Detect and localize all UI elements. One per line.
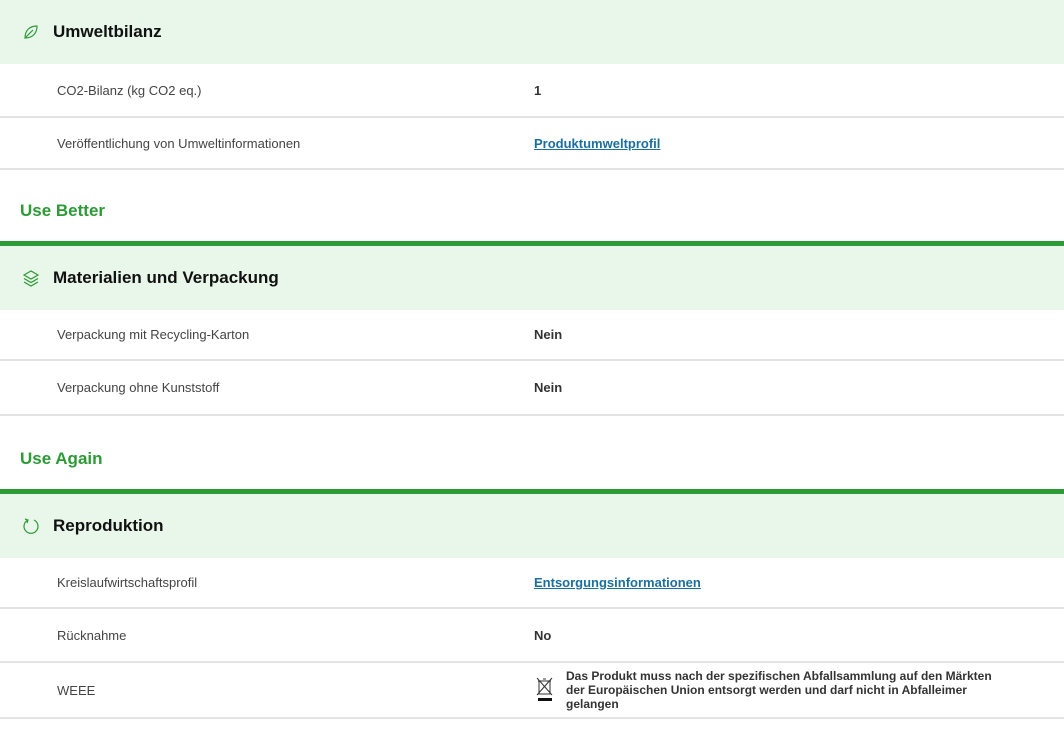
- row-label: Verpackung mit Recycling-Karton: [57, 327, 250, 342]
- section-header-materialien: Materialien und Verpackung: [0, 246, 1064, 310]
- table-row: Veröffentlichung von Umweltinformationen…: [0, 118, 1064, 170]
- circular-arrow-icon: [23, 518, 39, 534]
- weee-value: Das Produkt muss nach der spezifischen A…: [534, 669, 996, 711]
- row-label: Veröffentlichung von Umweltinformationen: [57, 135, 301, 151]
- group-heading-use-again: Use Again: [20, 449, 103, 468]
- table-row: WEEE Das Produkt muss nach der spezifisc…: [0, 663, 1064, 719]
- row-label: Verpackung ohne Kunststoff: [57, 380, 220, 395]
- row-value: Nein: [534, 380, 563, 395]
- layers-icon: [22, 270, 40, 287]
- row-label: CO2-Bilanz (kg CO2 eq.): [57, 82, 202, 98]
- table-row: Verpackung mit Recycling-Karton Nein: [0, 310, 1064, 361]
- section-title: Umweltbilanz: [53, 22, 162, 41]
- table-row: Verpackung ohne Kunststoff Nein: [0, 361, 1064, 416]
- row-label: Kreislaufwirtschaftsprofil: [57, 575, 198, 590]
- row-label: Rücknahme: [57, 627, 127, 643]
- row-value: Nein: [534, 327, 563, 342]
- row-value: 1: [534, 82, 542, 98]
- leaf-icon: [24, 25, 38, 39]
- weee-description: Das Produkt muss nach der spezifischen A…: [566, 669, 992, 711]
- row-label: WEEE: [57, 682, 96, 698]
- table-row: Kreislaufwirtschaftsprofil Entsorgungsin…: [0, 558, 1064, 609]
- crossed-out-bin-icon: [536, 677, 553, 701]
- group-heading-use-better: Use Better: [20, 201, 106, 220]
- entsorgungsinformationen-link[interactable]: Entsorgungsinformationen: [534, 575, 701, 590]
- table-row: Rücknahme No: [0, 609, 1064, 663]
- section-header-umweltbilanz: Umweltbilanz: [0, 0, 1064, 64]
- table-row: CO2-Bilanz (kg CO2 eq.) 1: [0, 64, 1064, 118]
- section-title: Reproduktion: [53, 516, 164, 535]
- produktumweltprofil-link[interactable]: Produktumweltprofil: [534, 136, 660, 151]
- row-value: No: [534, 627, 552, 643]
- section-header-reproduktion: Reproduktion: [0, 494, 1064, 558]
- section-title: Materialien und Verpackung: [53, 268, 279, 287]
